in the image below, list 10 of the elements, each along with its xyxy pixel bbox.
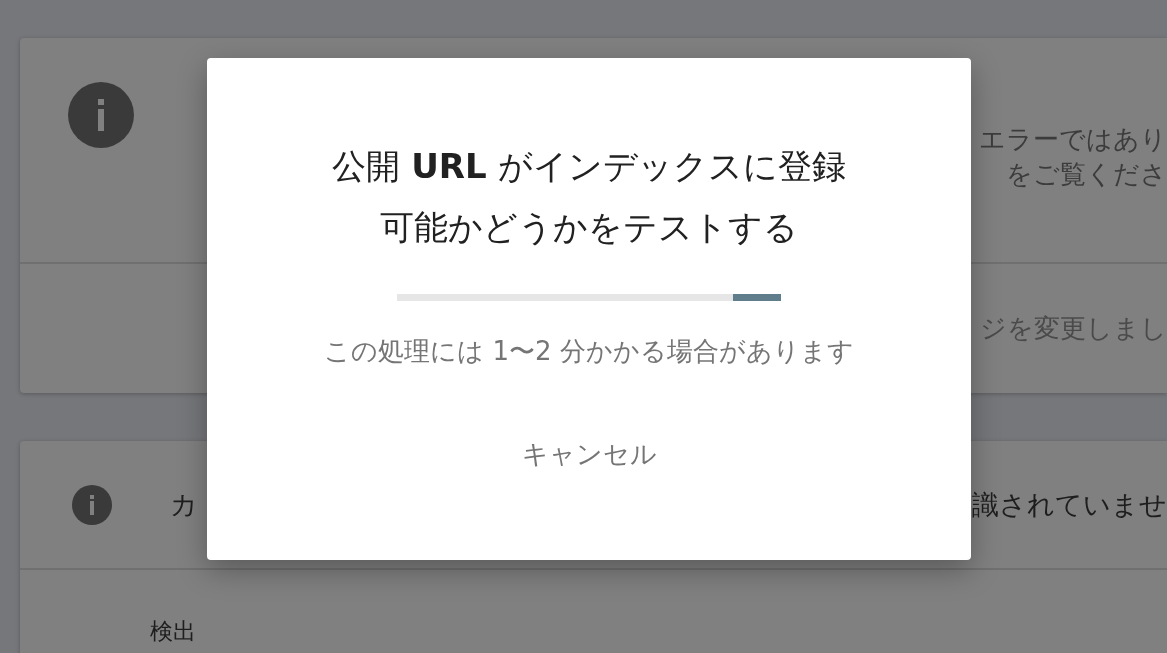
progress-message: この処理には 1〜2 分かかる場合があります [324,335,854,368]
description-text: をご覧くださ [1006,158,1167,191]
info-icon [72,484,112,525]
description-text: エラーではあり [979,123,1167,156]
card-title: カ [170,487,198,522]
cancel-button[interactable]: キャンセル [509,431,669,478]
section-label: 検出 [150,618,196,644]
info-icon [68,82,134,148]
card-title: 識されていませ [972,487,1167,522]
dialog-title: 公開 URL がインデックスに登録 可能かどうかをテストする [332,145,846,249]
